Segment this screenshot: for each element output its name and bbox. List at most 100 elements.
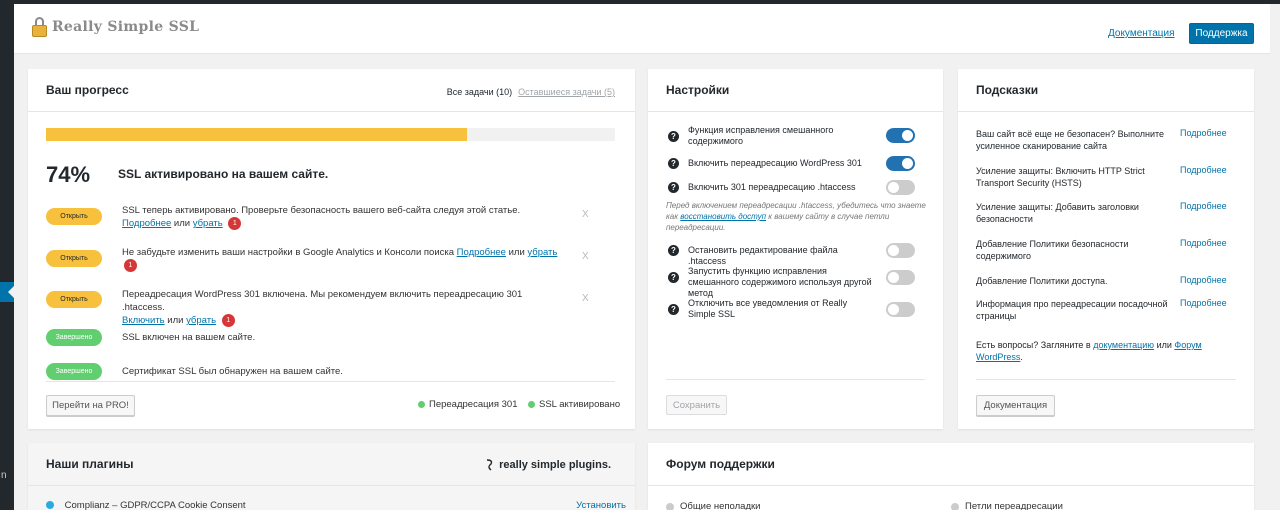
rsp-swirl-icon [487, 459, 493, 471]
help-icon[interactable]: ? [668, 304, 679, 315]
question-text: Есть вопросы? Загляните в [976, 340, 1091, 350]
tip-text: Информация про переадресации посадочной … [976, 299, 1168, 321]
forum-card: Форум поддержки Общие неполадки Петли пе… [648, 443, 1254, 510]
tab-remaining-tasks[interactable]: Оставшиеся задачи (5) [518, 87, 615, 97]
plugin-status-dot-icon [46, 501, 54, 510]
forum-card-header: Форум поддержки [648, 443, 1254, 486]
htaccess-note: Перед включением переадресации .htaccess… [666, 200, 928, 233]
legend-redirect: Переадресация 301 [418, 399, 518, 410]
tips-card: Подсказки Ваш сайт всё еще не безопасен?… [958, 69, 1254, 429]
progress-card: Ваш прогресс Все задачи (10) Оставшиеся … [28, 69, 635, 429]
status-badge-open: Открыть [46, 208, 102, 225]
task-item: Открыть SSL теперь активировано. Проверь… [46, 204, 606, 233]
restore-access-link[interactable]: восстановить доступ [680, 212, 766, 221]
divider [976, 379, 1236, 380]
forum-item[interactable]: Общие неполадки [666, 501, 760, 510]
forum-item-label: Общие неполадки [680, 501, 761, 510]
documentation-link[interactable]: Документация [1108, 28, 1175, 39]
sidebar-truncated-label: n [1, 470, 7, 481]
task-remove-link[interactable]: убрать [527, 247, 557, 258]
help-icon[interactable]: ? [668, 158, 679, 169]
help-icon[interactable]: ? [668, 245, 679, 256]
tip-text: Усиление защиты: Включить HTTP Strict Tr… [976, 166, 1145, 188]
tip-more-link[interactable]: Подробнее [1180, 275, 1227, 285]
help-icon[interactable]: ? [668, 272, 679, 283]
setting-label: Функция исправления смешанного содержимо… [688, 125, 834, 146]
question-end: . [1020, 352, 1023, 362]
task-more-link[interactable]: Подробнее [122, 218, 171, 229]
dismiss-icon[interactable]: X [582, 209, 589, 220]
task-message: SSL включен на вашем сайте. [122, 332, 256, 343]
logo-text: Really Simple SSL [52, 19, 200, 35]
setting-label: Запустить функцию исправления смешанного… [688, 266, 872, 298]
task-remove-link[interactable]: убрать [193, 218, 223, 229]
dismiss-icon[interactable]: X [582, 293, 589, 304]
forum-item-label: Петли переадресации [965, 501, 1063, 510]
tip-text: Добавление Политики доступа. [976, 276, 1108, 286]
tip-more-link[interactable]: Подробнее [1180, 165, 1227, 175]
support-button[interactable]: Поддержка [1189, 23, 1254, 44]
docs-link[interactable]: документацию [1093, 340, 1154, 350]
tip-more-link[interactable]: Подробнее [1180, 238, 1227, 248]
mixed-content-toggle[interactable] [886, 128, 915, 143]
setting-label: Включить 301 переадресацию .htaccess [688, 182, 856, 192]
plugin-row: Complianz – GDPR/CCPA Cookie Consent Уст… [46, 500, 626, 510]
setting-label: Остановить редактирование файла .htacces… [688, 245, 838, 266]
documentation-button[interactable]: Документация [976, 395, 1055, 416]
scroll-gutter [1270, 4, 1280, 510]
settings-card: Настройки ? Функция исправления смешанно… [648, 69, 943, 429]
progress-status-message: SSL активировано на вашем сайте. [118, 167, 329, 181]
stop-editing-toggle[interactable] [886, 243, 915, 258]
setting-label: Отключить все уведомления от Really Simp… [688, 298, 848, 319]
setting-alt-mixed-content: ? Запустить функцию исправления смешанно… [668, 266, 918, 298]
question-or: или [1156, 340, 1172, 350]
task-tabs: Все задачи (10) Оставшиеся задачи (5) [447, 87, 615, 97]
install-link[interactable]: Установить [576, 500, 626, 510]
go-pro-button[interactable]: Перейти на PRO! [46, 395, 135, 416]
status-badge-done: Завершено [46, 363, 102, 380]
tip-more-link[interactable]: Подробнее [1180, 201, 1227, 211]
tab-all-tasks[interactable]: Все задачи (10) [447, 87, 512, 97]
legend-ssl: SSL активировано [528, 399, 620, 410]
task-enable-link[interactable]: Включить [122, 315, 165, 326]
tips-question: Есть вопросы? Загляните в документацию и… [976, 339, 1238, 363]
task-message: SSL теперь активировано. Проверьте безоп… [122, 205, 521, 216]
tips-card-header: Подсказки [958, 69, 1254, 112]
task-text: Не забудьте изменить ваши настройки в Go… [122, 246, 562, 272]
task-or: или [167, 315, 184, 327]
sidebar-current-indicator [0, 282, 14, 302]
forum-item[interactable]: Петли переадресации [951, 501, 1063, 510]
tip-text: Усиление защиты: Добавить заголовки безо… [976, 202, 1139, 224]
help-icon[interactable]: ? [668, 131, 679, 142]
wp-redirect-toggle[interactable] [886, 156, 915, 171]
setting-wp-redirect: ? Включить переадресацию WordPress 301 [668, 156, 918, 171]
progress-percent: 74% [46, 162, 91, 187]
divider [666, 379, 925, 380]
progress-bar-fill [46, 128, 468, 141]
task-remove-link[interactable]: убрать [186, 315, 216, 326]
disable-notices-toggle[interactable] [886, 302, 915, 317]
status-badge-done: Завершено [46, 329, 102, 346]
setting-label: Включить переадресацию WordPress 301 [688, 158, 862, 168]
divider [46, 381, 615, 382]
dismiss-icon[interactable]: X [582, 251, 589, 262]
task-item: Открыть Не забудьте изменить ваши настро… [46, 246, 606, 275]
tip-more-link[interactable]: Подробнее [1180, 298, 1227, 308]
help-icon[interactable]: ? [668, 182, 679, 193]
task-message: Сертификат SSL был обнаружен на вашем са… [122, 366, 343, 377]
settings-title: Настройки [666, 83, 730, 97]
tip-more-link[interactable]: Подробнее [1180, 128, 1227, 138]
notification-count-badge: 1 [221, 314, 235, 327]
status-badge-open: Открыть [46, 291, 102, 308]
status-dot-icon [418, 401, 425, 408]
htaccess-redirect-toggle[interactable] [886, 180, 915, 195]
alt-mixed-content-toggle[interactable] [886, 270, 915, 285]
status-badge-open: Открыть [46, 250, 102, 267]
task-message: Переадресация WordPress 301 включена. Мы… [122, 289, 523, 313]
task-more-link[interactable]: Подробнее [457, 247, 506, 258]
task-text: SSL теперь активировано. Проверьте безоп… [122, 204, 562, 230]
setting-mixed-content: ? Функция исправления смешанного содержи… [668, 125, 918, 149]
save-button[interactable]: Сохранить [666, 395, 727, 415]
tip-text: Ваш сайт всё еще не безопасен? Выполните… [976, 129, 1165, 151]
plugins-title: Наши плагины [46, 457, 134, 471]
